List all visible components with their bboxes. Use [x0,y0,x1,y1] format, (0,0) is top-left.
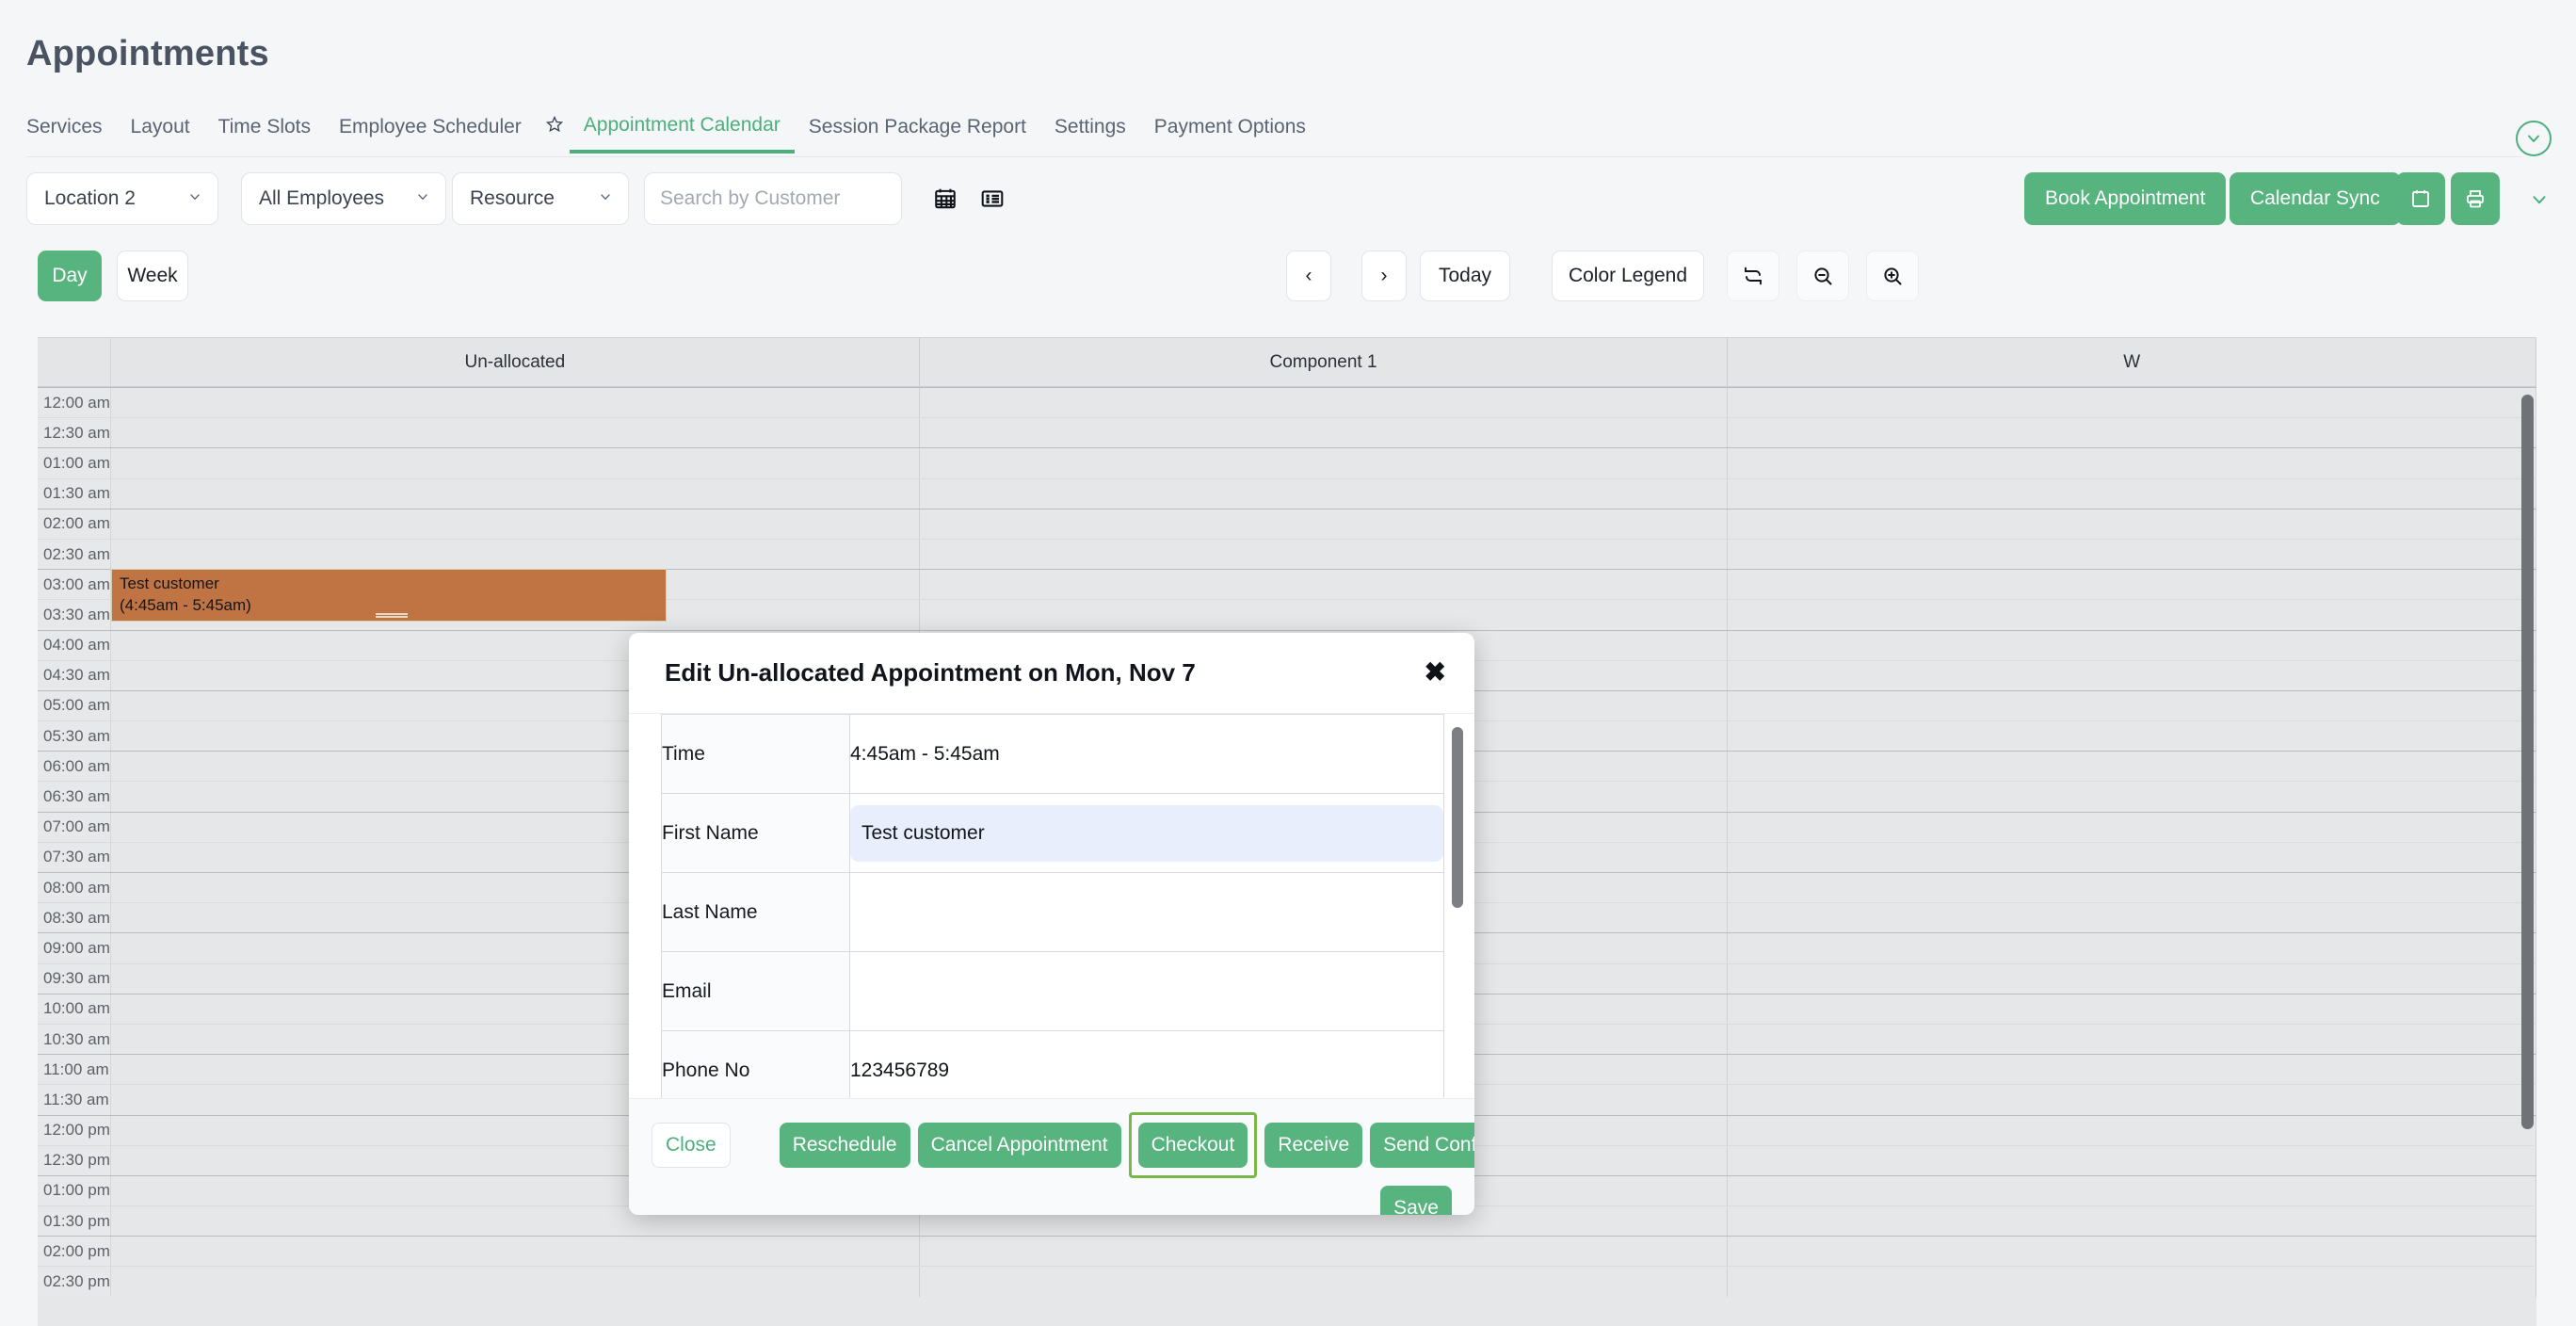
cancel-appointment-button[interactable]: Cancel Appointment [918,1123,1121,1168]
field-row: First NameTest customer [662,794,1444,873]
checkout-button-focus-ring: Checkout [1129,1112,1258,1178]
field-row: Time4:45am - 5:45am [662,715,1444,794]
app-root: Appointments Services Layout Time Slots … [0,0,2576,1326]
save-button-wrap: Save [1380,1186,1452,1215]
appointment-fields-table: Time4:45am - 5:45amFirst NameTest custom… [661,714,1444,1098]
field-value[interactable] [850,952,1444,1031]
field-value-inner: Test customer [850,794,1443,872]
reschedule-button[interactable]: Reschedule [780,1123,910,1168]
field-value-inner [850,952,1443,1030]
field-value-inner: 123456789 [850,1031,1443,1098]
modal-footer: Close Reschedule Cancel Appointment Chec… [629,1098,1474,1215]
edit-appointment-modal: Edit Un-allocated Appointment on Mon, No… [629,633,1474,1215]
field-input-highlighted[interactable]: Test customer [850,805,1443,862]
receive-button[interactable]: Receive [1264,1123,1362,1168]
field-value[interactable] [850,873,1444,952]
field-row: Last Name [662,873,1444,952]
field-row: Phone No123456789 [662,1031,1444,1099]
field-label: Last Name [662,873,850,952]
close-icon[interactable]: ✖ [1425,659,1446,686]
modal-body: Time4:45am - 5:45amFirst NameTest custom… [629,714,1474,1098]
modal-scrollbar[interactable] [1452,727,1463,908]
save-button[interactable]: Save [1380,1186,1452,1215]
field-value[interactable]: 4:45am - 5:45am [850,715,1444,794]
field-label: Phone No [662,1031,850,1099]
field-value-inner [850,873,1443,951]
field-label: Time [662,715,850,794]
send-confirmation-button[interactable]: Send Confirmation [1370,1123,1474,1168]
field-value[interactable]: Test customer [850,794,1444,873]
field-row: Email [662,952,1444,1031]
field-label: First Name [662,794,850,873]
field-label: Email [662,952,850,1031]
field-value[interactable]: 123456789 [850,1031,1444,1099]
close-button[interactable]: Close [652,1123,731,1168]
checkout-button[interactable]: Checkout [1138,1123,1248,1168]
modal-header: Edit Un-allocated Appointment on Mon, No… [629,633,1474,714]
modal-title: Edit Un-allocated Appointment on Mon, No… [665,658,1196,687]
field-value-inner: 4:45am - 5:45am [850,715,1443,793]
